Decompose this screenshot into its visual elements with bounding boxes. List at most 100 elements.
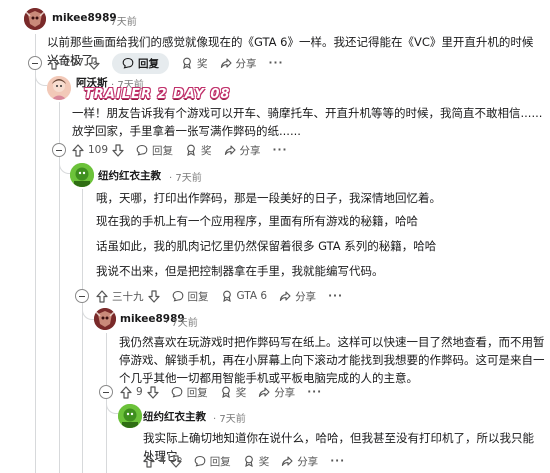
- reply-button[interactable]: 回复: [112, 52, 170, 74]
- award-button[interactable]: 奖: [220, 385, 247, 400]
- more-options-icon[interactable]: ···: [269, 57, 284, 69]
- comment-body: 我仍然喜欢在玩游戏时把作弊码写在纸上。这样可以快速一目了然地查看，而不用暂停游戏…: [119, 335, 545, 385]
- avatar[interactable]: [24, 8, 46, 30]
- arrow-down-icon[interactable]: [112, 143, 124, 157]
- collapse-thread-icon[interactable]: [75, 289, 89, 303]
- award-icon: [244, 455, 253, 467]
- speech-bubble-icon: [122, 57, 134, 69]
- avatar[interactable]: [70, 163, 94, 187]
- vote-count: 4: [159, 455, 166, 467]
- timestamp: · 7天前: [213, 414, 246, 425]
- vote-count: 三十九: [112, 290, 144, 303]
- arrow-up-icon[interactable]: [143, 454, 155, 468]
- reply-button[interactable]: 回复: [194, 454, 231, 469]
- award-label: 奖: [201, 144, 212, 157]
- share-button[interactable]: 分享: [224, 143, 261, 158]
- thread-line-niu1: [82, 189, 83, 473]
- comment-actions: 109 回复 奖 分享 ···: [72, 139, 300, 161]
- comment-paragraph: 哦，天哪，打印出作弊码，那是一段美好的日子，我深情地回忆着。: [96, 191, 441, 205]
- thread-line-root: [35, 34, 36, 473]
- award-icon: [222, 290, 231, 302]
- share-button[interactable]: 分享: [279, 289, 316, 304]
- username[interactable]: 纽约红衣主教: [143, 409, 206, 424]
- share-button[interactable]: 分享: [258, 385, 295, 400]
- comment-paragraph: 我说不出来，但是把控制器拿在手里，我就能编写代码。: [96, 264, 384, 278]
- user-flair-banner: TRAILER 2 DAY 08: [84, 87, 231, 102]
- thread-curve-niu2: [106, 398, 118, 414]
- share-label: 分享: [295, 290, 317, 303]
- award-label: 奖: [197, 57, 208, 70]
- award-icon: [183, 57, 191, 69]
- comment-body: 一样！朋友告诉我有个游戏可以开车、骑摩托车、开直升机等等的时候，我简直不敢相信.…: [72, 106, 543, 138]
- comment-actions: 9 回复 奖 分享 ···: [120, 381, 334, 403]
- share-icon: [220, 58, 232, 68]
- award-button[interactable]: GTA 6: [221, 290, 267, 302]
- vote-count: 109: [88, 144, 109, 156]
- speech-bubble-icon: [136, 144, 148, 156]
- share-label: 分享: [235, 57, 257, 70]
- share-label: 分享: [239, 144, 261, 157]
- vote-group: 297: [48, 56, 100, 70]
- reply-label: 回复: [138, 57, 160, 70]
- speech-bubble-icon: [172, 290, 183, 302]
- more-options-icon[interactable]: ···: [273, 144, 288, 156]
- avatar[interactable]: [47, 76, 71, 100]
- collapse-thread-icon[interactable]: [99, 385, 113, 399]
- username[interactable]: 纽约红衣主教: [98, 168, 161, 183]
- reply-label: 回复: [187, 290, 209, 303]
- more-options-icon[interactable]: ···: [330, 455, 345, 467]
- collapse-thread-icon[interactable]: [52, 143, 66, 157]
- comment-paragraph: 现在我的手机上有一个应用程序，里面有所有游戏的秘籍，哈哈: [96, 214, 418, 228]
- speech-bubble-icon: [194, 455, 206, 467]
- award-label: 奖: [235, 386, 247, 399]
- share-label: 分享: [297, 455, 319, 468]
- vote-group: 4: [143, 454, 182, 468]
- comment-actions: 297 回复 奖 分享 ···: [48, 52, 296, 74]
- arrow-down-icon[interactable]: [147, 385, 159, 399]
- share-icon: [259, 387, 270, 397]
- timestamp: · 7天前: [169, 173, 202, 184]
- reply-label: 回复: [209, 455, 231, 468]
- share-icon: [224, 145, 236, 155]
- award-label: 奖: [258, 455, 270, 468]
- avatar[interactable]: [118, 404, 142, 428]
- avatar[interactable]: [94, 308, 116, 330]
- reply-label: 回复: [186, 386, 208, 399]
- more-options-icon[interactable]: ···: [328, 290, 343, 302]
- reply-label: 回复: [152, 144, 174, 157]
- collapse-thread-icon[interactable]: [28, 56, 42, 70]
- arrow-down-icon[interactable]: [88, 56, 100, 70]
- more-options-icon[interactable]: ···: [307, 386, 322, 398]
- share-icon: [279, 291, 291, 301]
- arrow-up-icon[interactable]: [48, 56, 60, 70]
- award-icon: [221, 386, 230, 398]
- thread-curve-afa: [35, 70, 47, 86]
- reply-button[interactable]: 回复: [136, 143, 173, 158]
- award-button[interactable]: 奖: [185, 143, 212, 158]
- award-button[interactable]: 奖: [181, 56, 208, 71]
- share-button[interactable]: 分享: [220, 56, 257, 71]
- vote-group: 三十九: [96, 289, 160, 304]
- share-label: 分享: [274, 386, 296, 399]
- arrow-up-icon[interactable]: [96, 289, 108, 303]
- vote-count: 9: [136, 386, 143, 398]
- arrow-down-icon[interactable]: [170, 454, 182, 468]
- award-button[interactable]: 奖: [243, 454, 270, 469]
- share-icon: [282, 456, 293, 466]
- arrow-down-icon[interactable]: [147, 289, 160, 303]
- vote-group: 9: [120, 385, 159, 399]
- reply-button[interactable]: 回复: [171, 385, 208, 400]
- thread-line-afa: [59, 102, 60, 473]
- reply-button[interactable]: 回复: [172, 289, 209, 304]
- vote-group: 109: [72, 143, 124, 157]
- thread-curve-mikee2: [82, 305, 94, 320]
- comment-paragraph: 话虽如此，我的肌肉记忆里仍然保留着很多 GTA 系列的秘籍，哈哈: [96, 239, 437, 253]
- comment-actions: 三十九 回复 GTA 6 分享 ···: [96, 285, 355, 307]
- award-icon: [187, 144, 195, 156]
- share-button[interactable]: 分享: [281, 454, 318, 469]
- speech-bubble-icon: [171, 386, 183, 398]
- arrow-up-icon[interactable]: [72, 143, 84, 157]
- vote-count: 297: [64, 57, 85, 69]
- arrow-up-icon[interactable]: [120, 385, 132, 399]
- comment-actions: 4 回复 奖 分享 ···: [143, 450, 357, 472]
